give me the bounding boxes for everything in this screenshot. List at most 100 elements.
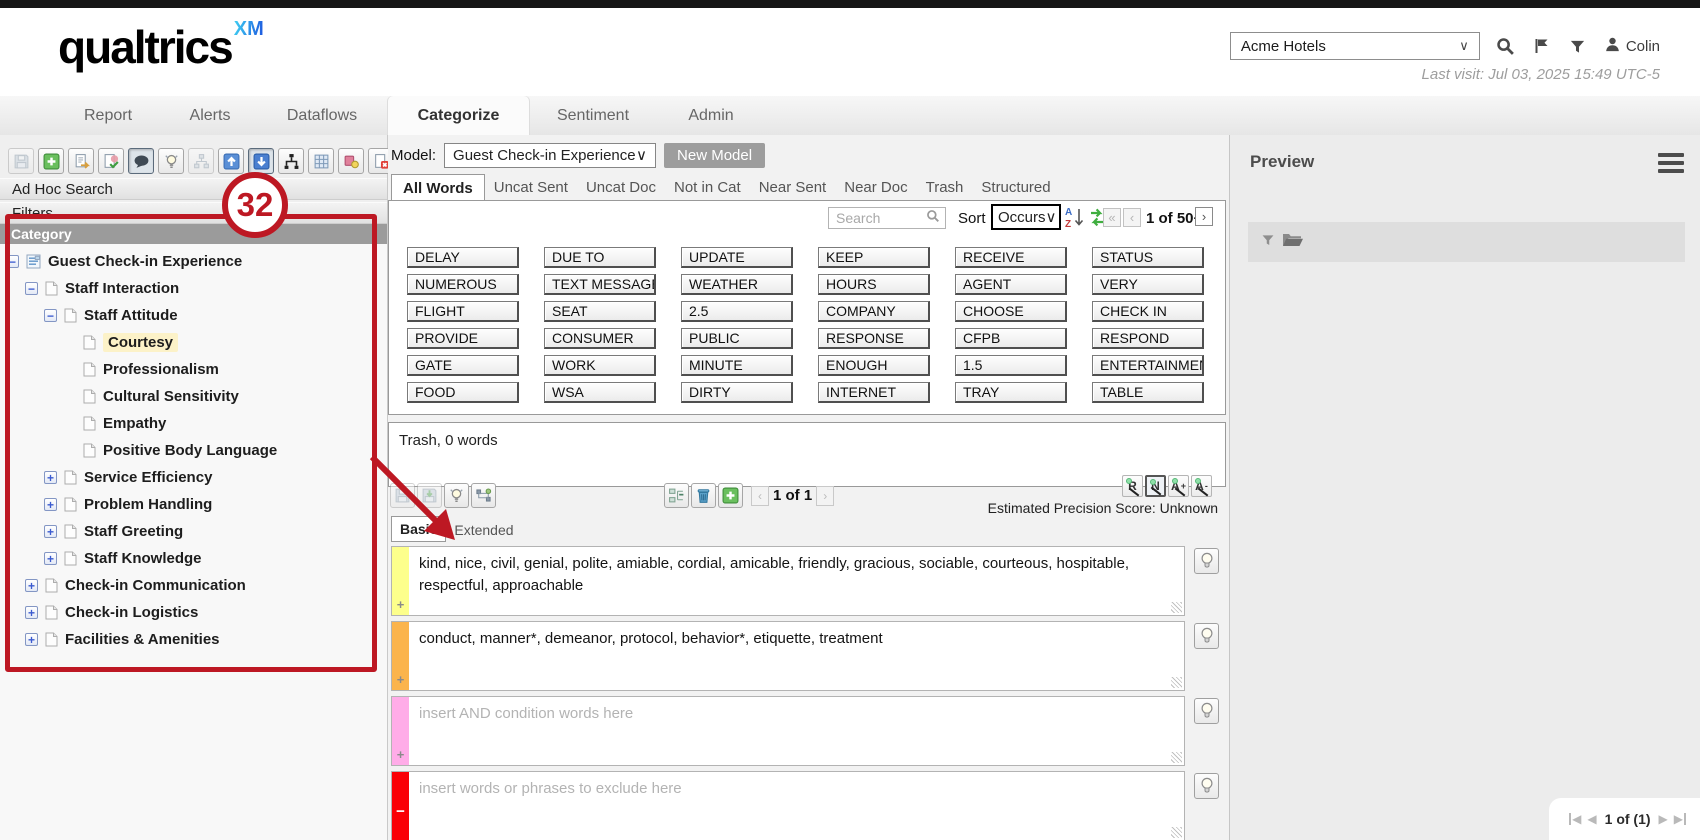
move-down-icon[interactable] <box>248 148 274 174</box>
tree-item-guest-check-in-experience[interactable]: −Guest Check-in Experience <box>0 248 387 275</box>
comment-icon[interactable] <box>128 148 154 174</box>
resize-handle-icon[interactable] <box>1171 602 1182 613</box>
nav-tab-dataflows[interactable]: Dataflows <box>258 96 386 135</box>
org-chart-icon[interactable] <box>188 148 214 174</box>
tree-item-facilities-amenities[interactable]: +Facilities & Amenities <box>0 626 387 653</box>
rules-prev-page-button[interactable]: ‹ <box>751 486 769 506</box>
rule-color-strip[interactable]: + <box>392 697 409 765</box>
expand-toggle-icon[interactable]: + <box>44 498 57 511</box>
account-select[interactable]: Acme Hotels∨ <box>1230 32 1480 60</box>
test-settings-icon[interactable] <box>471 483 496 508</box>
word-tab-near-sent[interactable]: Near Sent <box>750 174 836 201</box>
word-button-flight[interactable]: FLIGHT <box>407 301 519 322</box>
suggest-words-button[interactable] <box>1194 698 1219 724</box>
word-button-delay[interactable]: DELAY <box>407 247 519 268</box>
tree-item-staff-interaction[interactable]: −Staff Interaction <box>0 275 387 302</box>
hamburger-menu-icon[interactable] <box>1658 153 1684 173</box>
resize-handle-icon[interactable] <box>1171 752 1182 763</box>
add-words-icon[interactable]: + <box>392 672 409 687</box>
tree-item-empathy[interactable]: Empathy <box>0 410 387 437</box>
trash-icon[interactable] <box>691 483 716 508</box>
save-icon[interactable] <box>8 148 34 174</box>
expand-toggle-icon[interactable]: + <box>44 552 57 565</box>
rule-color-strip[interactable]: + <box>392 547 409 615</box>
word-button-very[interactable]: VERY <box>1092 274 1204 295</box>
word-button-gate[interactable]: GATE <box>407 355 519 376</box>
word-button-public[interactable]: PUBLIC <box>681 328 793 349</box>
collapse-toggle-icon[interactable]: − <box>44 309 57 322</box>
expand-toggle-icon[interactable]: + <box>44 471 57 484</box>
nav-tab-sentiment[interactable]: Sentiment <box>536 96 650 135</box>
word-button-numerous[interactable]: NUMEROUS <box>407 274 519 295</box>
word-button-table[interactable]: TABLE <box>1092 382 1204 403</box>
table-view-icon[interactable] <box>308 148 334 174</box>
rule-tab-extended[interactable]: Extended <box>446 518 521 542</box>
expand-toggle-icon[interactable]: + <box>25 579 38 592</box>
flag-icon[interactable] <box>1532 36 1552 56</box>
suggest-words-icon[interactable] <box>444 483 469 508</box>
tree-item-staff-greeting[interactable]: +Staff Greeting <box>0 518 387 545</box>
filter-icon[interactable] <box>1261 233 1275 252</box>
precision-n-button[interactable]: N <box>1145 475 1166 497</box>
categorize-tree-icon[interactable] <box>664 483 689 508</box>
add-words-icon[interactable]: + <box>392 597 409 612</box>
word-button-wsa[interactable]: WSA <box>544 382 656 403</box>
word-button-choose[interactable]: CHOOSE <box>955 301 1067 322</box>
word-button-1-5[interactable]: 1.5 <box>955 355 1067 376</box>
collapse-toggle-icon[interactable]: − <box>6 255 19 268</box>
preview-first-page-button[interactable]: ◀ <box>1569 813 1581 825</box>
word-button-weather[interactable]: WEATHER <box>681 274 793 295</box>
word-search-input[interactable] <box>834 209 926 227</box>
sort-az-icon[interactable]: AZ <box>1065 206 1085 234</box>
search-icon[interactable] <box>1496 36 1516 56</box>
word-button-cfpb[interactable]: CFPB <box>955 328 1067 349</box>
word-button-tray[interactable]: TRAY <box>955 382 1067 403</box>
model-select[interactable]: Guest Check-in Experience∨ <box>444 143 656 168</box>
rule-color-strip[interactable]: + <box>392 622 409 690</box>
preview-next-page-button[interactable]: ▶ <box>1659 813 1668 825</box>
precision-a-minus-button[interactable]: A- <box>1191 475 1212 497</box>
tree-item-professionalism[interactable]: Professionalism <box>0 356 387 383</box>
word-tab-all-words[interactable]: All Words <box>391 174 485 202</box>
exclude-words-icon[interactable]: − <box>392 803 409 820</box>
suggest-words-button[interactable] <box>1194 623 1219 649</box>
word-button-entertainment[interactable]: ENTERTAINMENT <box>1092 355 1204 376</box>
precision-r-button[interactable]: R <box>1122 475 1143 497</box>
nav-tab-alerts[interactable]: Alerts <box>166 96 254 135</box>
word-button-2-5[interactable]: 2.5 <box>681 301 793 322</box>
word-button-update[interactable]: UPDATE <box>681 247 793 268</box>
tree-item-check-in-logistics[interactable]: +Check-in Logistics <box>0 599 387 626</box>
tree-item-positive-body-language[interactable]: Positive Body Language <box>0 437 387 464</box>
ad-hoc-search-header[interactable]: Ad Hoc Search <box>0 178 387 200</box>
rules-next-page-button[interactable]: › <box>816 486 834 506</box>
word-button-enough[interactable]: ENOUGH <box>818 355 930 376</box>
word-button-due-to[interactable]: DUE TO <box>544 247 656 268</box>
expand-toggle-icon[interactable]: + <box>44 525 57 538</box>
word-tab-uncat-doc[interactable]: Uncat Doc <box>577 174 665 201</box>
suggest-words-button[interactable] <box>1194 548 1219 574</box>
filter-icon[interactable] <box>1568 36 1588 56</box>
nav-tab-admin[interactable]: Admin <box>660 96 762 135</box>
sort-select[interactable]: Occurs∨ <box>991 204 1061 230</box>
tree-item-cultural-sensitivity[interactable]: Cultural Sensitivity <box>0 383 387 410</box>
word-button-hours[interactable]: HOURS <box>818 274 930 295</box>
save-icon[interactable] <box>390 483 415 508</box>
filters-header[interactable]: Filters <box>0 202 387 224</box>
word-button-food[interactable]: FOOD <box>407 382 519 403</box>
tree-view-icon[interactable] <box>278 148 304 174</box>
tree-item-problem-handling[interactable]: +Problem Handling <box>0 491 387 518</box>
nav-tab-report[interactable]: Report <box>60 96 156 135</box>
move-up-icon[interactable] <box>218 148 244 174</box>
tree-item-courtesy[interactable]: Courtesy <box>0 329 387 356</box>
folder-icon[interactable] <box>1282 232 1303 253</box>
or-words-1-input[interactable]: kind, nice, civil, genial, polite, amiab… <box>409 547 1184 615</box>
approve-category-icon[interactable] <box>98 148 124 174</box>
word-tab-structured[interactable]: Structured <box>972 174 1059 201</box>
flag-category-icon[interactable] <box>338 148 364 174</box>
preview-prev-page-button[interactable]: ◀ <box>1587 813 1596 825</box>
word-button-check-in[interactable]: CHECK IN <box>1092 301 1204 322</box>
word-button-seat[interactable]: SEAT <box>544 301 656 322</box>
word-tab-uncat-sent[interactable]: Uncat Sent <box>485 174 577 201</box>
words-prev-page-button[interactable]: ‹ <box>1123 208 1141 227</box>
word-button-consumer[interactable]: CONSUMER <box>544 328 656 349</box>
